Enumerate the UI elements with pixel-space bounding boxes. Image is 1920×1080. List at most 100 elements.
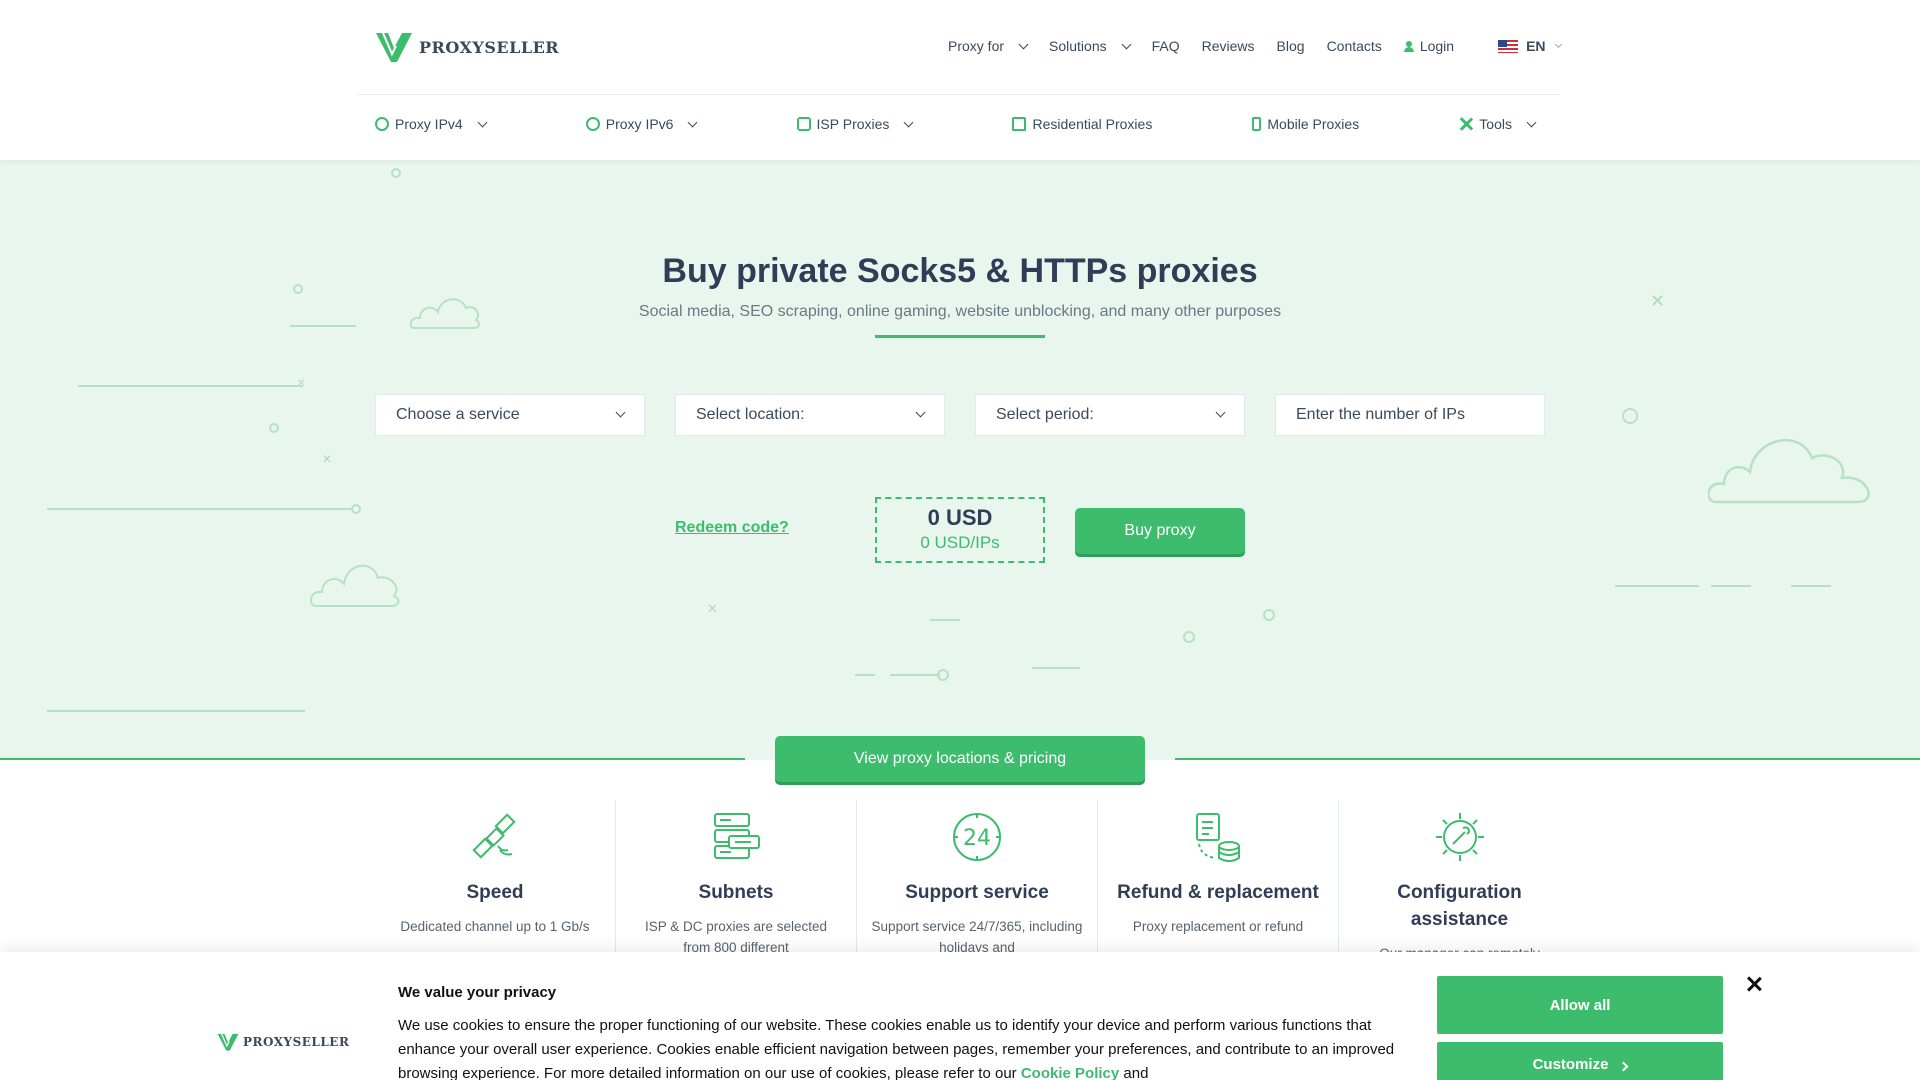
decor-circle (1183, 631, 1195, 643)
decor-cross: ✕ (322, 452, 333, 466)
globe-icon (375, 117, 389, 131)
feature-configuration: Configuration assistance Our manager can… (1339, 800, 1580, 961)
user-icon (1403, 40, 1414, 52)
cloud-decoration (310, 564, 400, 607)
chevron-right-icon (1618, 1061, 1629, 1071)
site-logo[interactable]: PROXYSELLER (375, 30, 559, 64)
feature-title: Subnets (698, 882, 774, 903)
decor-circle (1263, 609, 1275, 621)
nav-contacts[interactable]: Contacts (1327, 38, 1382, 54)
subnav-proxy-ipv4-label: Proxy IPv4 (395, 116, 463, 132)
chevron-down-icon (1018, 39, 1029, 49)
logo-text: PROXYSELLER (243, 1035, 350, 1049)
chevron-down-icon (688, 117, 698, 127)
redeem-code-link[interactable]: Redeem code? (675, 519, 789, 537)
subnav-tools[interactable]: Tools (1459, 116, 1537, 132)
nav-blog[interactable]: Blog (1277, 38, 1305, 54)
globe-icon (585, 117, 600, 131)
buy-proxy-button[interactable]: Buy proxy (1075, 508, 1245, 554)
chevron-down-icon (477, 117, 488, 127)
features-row: Speed Dedicated channel up to 1 Gb/s Sub… (375, 800, 1581, 961)
customize-label: Customize (1532, 1055, 1609, 1073)
hero-bottom-line (0, 758, 745, 760)
feature-title: Support service (905, 882, 1049, 903)
subnav-proxy-ipv6-label: Proxy IPv6 (605, 116, 674, 132)
decor-line (1791, 585, 1831, 587)
subnav-proxy-ipv6[interactable]: Proxy IPv6 (585, 116, 698, 132)
allow-all-button[interactable]: Allow all (1437, 976, 1723, 1034)
hero-title: Buy private Socks5 & HTTPs proxies (662, 252, 1258, 290)
period-select[interactable]: Select period: (975, 394, 1245, 436)
house-icon (1012, 117, 1027, 131)
feature-title: Speed (466, 882, 524, 903)
price-per-ip: 0 USD/IPs (920, 533, 1000, 552)
cookie-body: We use cookies to ensure the proper func… (398, 1017, 1395, 1080)
chevron-down-icon (615, 407, 626, 418)
cookie-title: We value your privacy (398, 984, 557, 1001)
cookie-banner: PROXYSELLER We value your privacy We use… (0, 952, 1920, 1080)
cloud-decoration (1708, 439, 1870, 504)
feature-refund: Refund & replacement Proxy replacement o… (1098, 800, 1339, 960)
proxyseller-logo-icon (376, 32, 412, 62)
refund-database-icon (1196, 813, 1240, 862)
price-total: 0 USD (927, 505, 993, 530)
subnav-mobile-proxies-label: Mobile Proxies (1267, 116, 1360, 132)
decor-line (78, 385, 303, 387)
decor-line (47, 508, 352, 510)
nav-reviews[interactable]: Reviews (1202, 38, 1255, 54)
chevron-down-icon (903, 117, 914, 127)
customize-button[interactable]: Customize (1437, 1042, 1723, 1080)
title-underline (875, 335, 1045, 338)
tools-icon (1459, 117, 1473, 131)
chevron-down-icon (1121, 39, 1132, 49)
subnav-mobile-proxies[interactable]: Mobile Proxies (1252, 116, 1359, 132)
service-select[interactable]: Choose a service (375, 394, 645, 436)
svg-text:24: 24 (963, 826, 991, 851)
view-locations-button[interactable]: View proxy locations & pricing (775, 736, 1145, 782)
top-navigation: Proxy for Solutions FAQ Reviews Blog Con… (948, 38, 1583, 54)
feature-subnets: Subnets ISP & DC proxies are selected fr… (616, 800, 857, 960)
decor-line (47, 710, 305, 712)
nav-proxy-for-label: Proxy for (948, 38, 1005, 54)
header-divider (358, 94, 1560, 95)
chevron-down-icon (1215, 407, 1226, 418)
close-icon[interactable] (1742, 972, 1766, 996)
language-label: EN (1526, 38, 1546, 54)
subnav-isp-proxies[interactable]: ISP Proxies (796, 116, 914, 132)
decor-line (1032, 667, 1080, 669)
nav-proxy-for[interactable]: Proxy for (948, 38, 1029, 54)
decor-cross: ✕ (707, 602, 718, 617)
price-display: 0 USD 0 USD/IPs (875, 497, 1045, 563)
decor-circle (1622, 408, 1638, 424)
decor-line (1711, 585, 1751, 587)
cookie-body-end: and (1123, 1065, 1149, 1080)
cookie-policy-link[interactable]: Cookie Policy (1021, 1065, 1119, 1080)
nav-solutions-label: Solutions (1049, 38, 1107, 54)
subnav-residential-proxies[interactable]: Residential Proxies (1012, 116, 1152, 132)
cookie-text: We use cookies to ensure the proper func… (398, 1014, 1408, 1080)
subnav-isp-proxies-label: ISP Proxies (816, 116, 890, 132)
chevron-down-icon (1554, 40, 1562, 48)
decor-line (855, 674, 875, 676)
decor-circle (269, 423, 279, 433)
location-select[interactable]: Select location: (675, 394, 945, 436)
ip-count-input[interactable] (1275, 394, 1545, 436)
feature-description: Proxy replacement or refund (1132, 919, 1304, 934)
nav-faq[interactable]: FAQ (1152, 38, 1180, 54)
subnav-proxy-ipv4[interactable]: Proxy IPv4 (375, 116, 488, 132)
support-24-icon: 24 (953, 813, 1001, 861)
nav-solutions[interactable]: Solutions (1049, 38, 1132, 54)
hero-subtitle: Social media, SEO scraping, online gamin… (638, 303, 1282, 320)
nav-login[interactable]: Login (1403, 38, 1455, 54)
decor-line (890, 674, 940, 676)
chevron-down-icon (1526, 117, 1537, 127)
login-label: Login (1419, 38, 1455, 54)
hero-bottom-line (1175, 758, 1920, 760)
feature-support: 24 Support service Support service 24/7/… (857, 800, 1098, 960)
decor-line (1615, 585, 1699, 587)
language-selector[interactable]: EN (1498, 38, 1562, 54)
decor-circle (391, 168, 401, 178)
subnav-residential-proxies-label: Residential Proxies (1032, 116, 1153, 132)
logo-text: PROXYSELLER (419, 37, 560, 57)
decor-circle (937, 669, 949, 681)
